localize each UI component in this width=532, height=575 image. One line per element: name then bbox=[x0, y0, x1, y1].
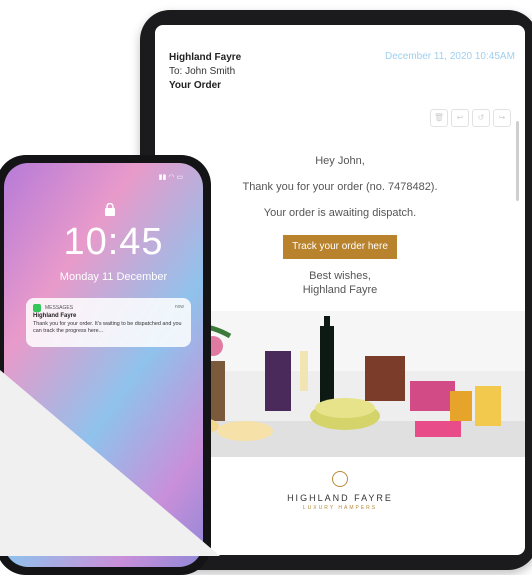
notification-text: Thank you for your order. It’s waiting t… bbox=[33, 321, 182, 334]
lock-date: Monday 11 December bbox=[59, 271, 168, 283]
notification-title: Highland Fayre bbox=[33, 313, 77, 319]
reply-all-icon[interactable]: ↺ bbox=[472, 109, 490, 127]
brand-emblem-icon bbox=[332, 471, 348, 487]
notification-time: now bbox=[174, 304, 184, 310]
email-header: Highland Fayre To: John Smith Your Order bbox=[169, 51, 241, 93]
signal-wifi-battery-icons: ▮▮ ◠ ▭ bbox=[158, 174, 183, 181]
lock-icon bbox=[105, 203, 115, 216]
email-subject: Your Order bbox=[169, 80, 222, 91]
email-sender: Highland Fayre bbox=[169, 52, 242, 63]
reply-icon[interactable]: ↩ bbox=[451, 109, 469, 127]
forward-icon[interactable]: ↪ bbox=[493, 109, 511, 127]
email-date: December 11, 2020 10:45AM bbox=[385, 51, 515, 62]
notification-card[interactable]: MESSAGES now Highland Fayre Thank you fo… bbox=[26, 298, 191, 347]
lock-time: 10:45 bbox=[63, 221, 164, 263]
email-greeting: Hey John, bbox=[315, 155, 365, 167]
email-recipient: To: John Smith bbox=[169, 66, 236, 77]
track-order-button[interactable]: Track your order here bbox=[283, 235, 397, 259]
notification-app-name: MESSAGES bbox=[45, 305, 74, 311]
trash-icon[interactable]: 🗑 bbox=[430, 109, 448, 127]
notification-app: MESSAGES bbox=[33, 304, 73, 312]
messages-app-icon bbox=[33, 304, 41, 312]
email-actions: 🗑 ↩ ↺ ↪ bbox=[430, 109, 511, 127]
